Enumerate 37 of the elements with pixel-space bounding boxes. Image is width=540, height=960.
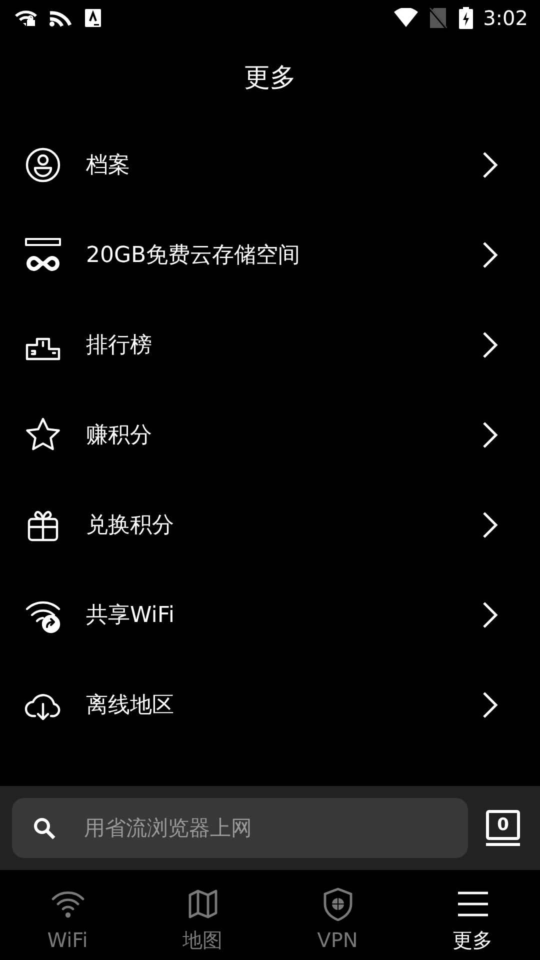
nav-tab[interactable]: WiFi bbox=[0, 870, 135, 960]
wifi-signal-icon bbox=[48, 9, 72, 27]
menu-item[interactable]: 赚积分 bbox=[0, 390, 540, 480]
chevron-right-icon bbox=[480, 420, 500, 450]
nav-tab[interactable]: VPN bbox=[270, 870, 405, 960]
no-sim-icon bbox=[429, 7, 448, 29]
chevron-right-icon bbox=[480, 150, 500, 180]
menu-item[interactable]: 兑换积分 bbox=[0, 480, 540, 570]
menu-label: 兑换积分 bbox=[86, 512, 174, 540]
menu-item[interactable]: 20GB免费云存储空间 bbox=[0, 210, 540, 300]
menu-item[interactable]: 排行榜 bbox=[0, 300, 540, 390]
search-field[interactable]: 用省流浏览器上网 bbox=[12, 798, 468, 858]
status-time: 3:02 bbox=[483, 5, 528, 32]
infinity-storage-icon bbox=[24, 236, 62, 274]
chevron-right-icon bbox=[480, 600, 500, 630]
menu-label: 赚积分 bbox=[86, 422, 152, 450]
menu-item[interactable]: 共享WiFi bbox=[0, 570, 540, 660]
menu-item[interactable]: 档案 bbox=[0, 120, 540, 210]
profile-icon bbox=[24, 146, 62, 184]
wifi-icon bbox=[393, 8, 420, 28]
menu-label: 档案 bbox=[86, 152, 130, 180]
wifi-lock-icon bbox=[14, 9, 38, 27]
chevron-right-icon bbox=[480, 240, 500, 270]
menu-label: 共享WiFi bbox=[86, 602, 175, 630]
nav-tab[interactable]: 更多 bbox=[405, 870, 540, 960]
notification-icon bbox=[84, 8, 102, 28]
menu-item[interactable]: 离线地区 bbox=[0, 660, 540, 750]
search-icon bbox=[32, 816, 56, 840]
nav-tab[interactable]: 地图 bbox=[135, 870, 270, 960]
page-title: 更多 bbox=[244, 62, 296, 94]
chevron-right-icon bbox=[480, 330, 500, 360]
menu-label: 离线地区 bbox=[86, 692, 174, 720]
chevron-right-icon bbox=[480, 690, 500, 720]
battery-charging-icon bbox=[459, 7, 474, 29]
menu-label: 20GB免费云存储空间 bbox=[86, 242, 300, 270]
menu-label: 排行榜 bbox=[86, 332, 152, 360]
chevron-right-icon bbox=[480, 510, 500, 540]
